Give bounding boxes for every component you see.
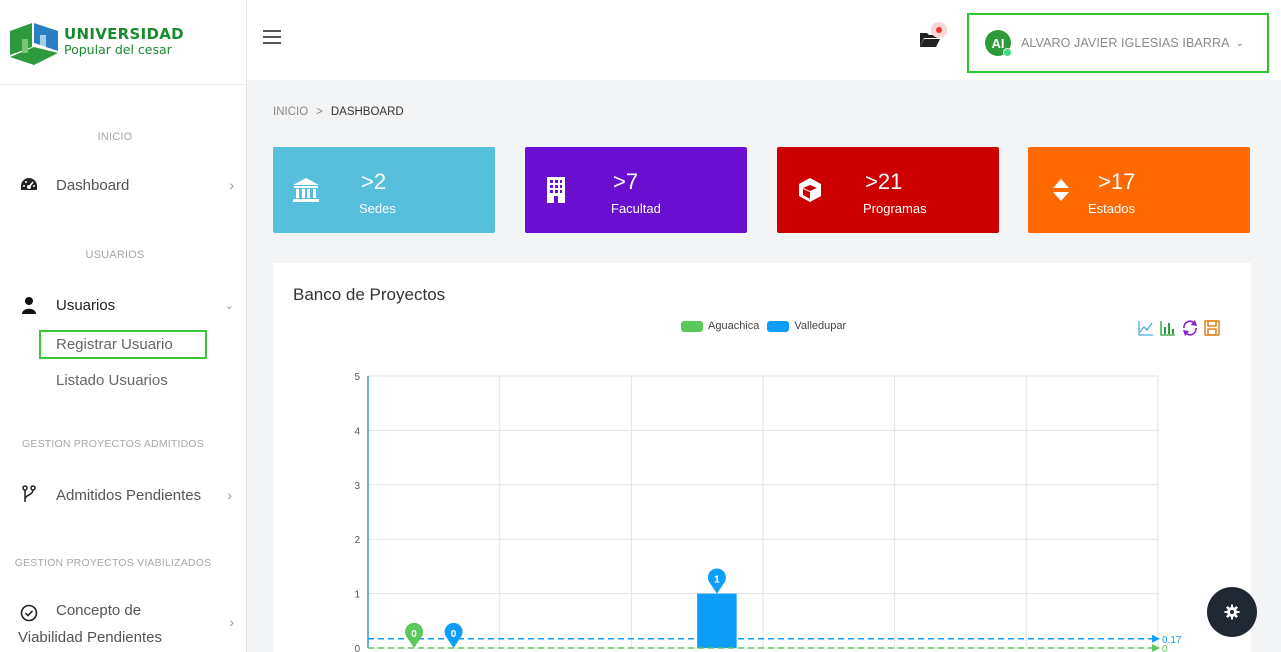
- sidebar-item-concepto-viabilidad[interactable]: Concepto de ›: [18, 602, 236, 630]
- university-logo[interactable]: UNIVERSIDAD Popular del cesar: [8, 12, 240, 72]
- y-tick-label: 5: [354, 372, 360, 383]
- chevron-down-icon: ⌄: [1235, 37, 1244, 49]
- stat-value: >7: [613, 169, 639, 194]
- dashboard-icon: [18, 174, 40, 196]
- online-status-dot: [1003, 48, 1012, 57]
- stat-value: >2: [361, 169, 387, 194]
- user-name: ALVARO JAVIER IGLESIAS IBARRA: [1021, 36, 1230, 50]
- chevron-down-icon: ⌄: [224, 299, 234, 312]
- building-icon: [541, 175, 571, 205]
- sidebar-item-label-line2: Viabilidad Pendientes: [18, 629, 163, 646]
- sidebar-item-dashboard[interactable]: Dashboard ›: [18, 174, 236, 196]
- sidebar-item-label: Admitidos Pendientes: [56, 486, 202, 504]
- stat-card-programas[interactable]: >21 Programas: [777, 147, 999, 233]
- sidebar: UNIVERSIDAD Popular del cesar INICIO Das…: [0, 0, 247, 652]
- sidebar-subitem-listado-usuarios[interactable]: Listado Usuarios: [56, 372, 168, 389]
- breadcrumb-separator: >: [316, 106, 323, 118]
- stat-value: >21: [865, 169, 903, 194]
- marker-label: 0: [411, 629, 417, 640]
- breadcrumb: INICIO > DASHBOARD: [273, 106, 404, 118]
- sidebar-item-admitidos-pendientes[interactable]: Admitidos Pendientes ›: [18, 484, 236, 506]
- settings-button[interactable]: [1207, 587, 1257, 637]
- stat-label: Estados: [1088, 201, 1135, 216]
- chevron-right-icon: ›: [229, 614, 234, 630]
- section-title-admitidos: GESTION PROYECTOS ADMITIDOS: [22, 438, 204, 450]
- stat-card-sedes[interactable]: >2 Sedes: [273, 147, 495, 233]
- branch-icon: [18, 484, 40, 506]
- logo-title: UNIVERSIDAD: [64, 25, 184, 44]
- logo-subtitle: Popular del cesar: [64, 42, 172, 58]
- topbar: AI ALVARO JAVIER IGLESIAS IBARRA ⌄: [247, 0, 1281, 80]
- sidebar-divider: [0, 84, 246, 85]
- breadcrumb-current: DASHBOARD: [330, 106, 404, 118]
- bank-icon: [291, 175, 321, 205]
- notification-badge[interactable]: [931, 22, 947, 38]
- mark-line-label: 0.17: [1162, 635, 1182, 646]
- stat-label: Facultad: [611, 201, 661, 216]
- sidebar-item-label: Dashboard: [56, 176, 130, 194]
- gear-icon: [1224, 604, 1240, 620]
- chevron-right-icon: ›: [227, 487, 232, 503]
- bar: [697, 593, 737, 648]
- stat-card-estados[interactable]: >17 Estados: [1028, 147, 1250, 233]
- sidebar-item-usuarios[interactable]: Usuarios ⌄: [18, 294, 236, 316]
- marker-label: 0: [451, 629, 457, 640]
- section-title-viabilizados: GESTION PROYECTOS VIABILIZADOS: [14, 557, 212, 569]
- mark-line-arrow: [1152, 634, 1160, 643]
- section-title-inicio: INICIO: [97, 131, 133, 143]
- y-tick-label: 3: [354, 481, 360, 492]
- y-tick-label: 2: [354, 535, 360, 546]
- stat-label: Programas: [863, 201, 927, 216]
- marker-label: 1: [714, 575, 720, 586]
- sidebar-item-label: Concepto de: [56, 602, 142, 619]
- stat-label: Sedes: [359, 201, 396, 216]
- sidebar-subitem-registrar-usuario[interactable]: Registrar Usuario: [56, 336, 173, 353]
- stat-value: >17: [1098, 169, 1136, 194]
- mark-line-arrow: [1152, 644, 1160, 652]
- y-tick-label: 4: [354, 426, 360, 437]
- chevron-right-icon: ›: [229, 177, 234, 193]
- chart-panel: Banco de Proyectos Aguachica Valledupar …: [273, 263, 1251, 652]
- logo-emblem-icon: [10, 23, 58, 65]
- check-circle-icon: [18, 602, 40, 624]
- cube-icon: [795, 175, 825, 205]
- breadcrumb-home[interactable]: INICIO: [273, 106, 308, 118]
- sort-icon: [1046, 175, 1076, 205]
- sidebar-item-label: Usuarios: [56, 296, 116, 314]
- y-tick-label: 0: [354, 644, 360, 652]
- section-title-usuarios: USUARIOS: [85, 249, 145, 261]
- menu-toggle-icon[interactable]: [263, 30, 281, 44]
- user-icon: [18, 294, 40, 316]
- chart-canvas: 01234500.170 01: [354, 372, 1182, 652]
- stat-card-facultad[interactable]: >7 Facultad: [525, 147, 747, 233]
- user-menu[interactable]: AI ALVARO JAVIER IGLESIAS IBARRA ⌄: [967, 13, 1269, 73]
- avatar: AI: [985, 30, 1012, 57]
- y-tick-label: 1: [354, 590, 360, 601]
